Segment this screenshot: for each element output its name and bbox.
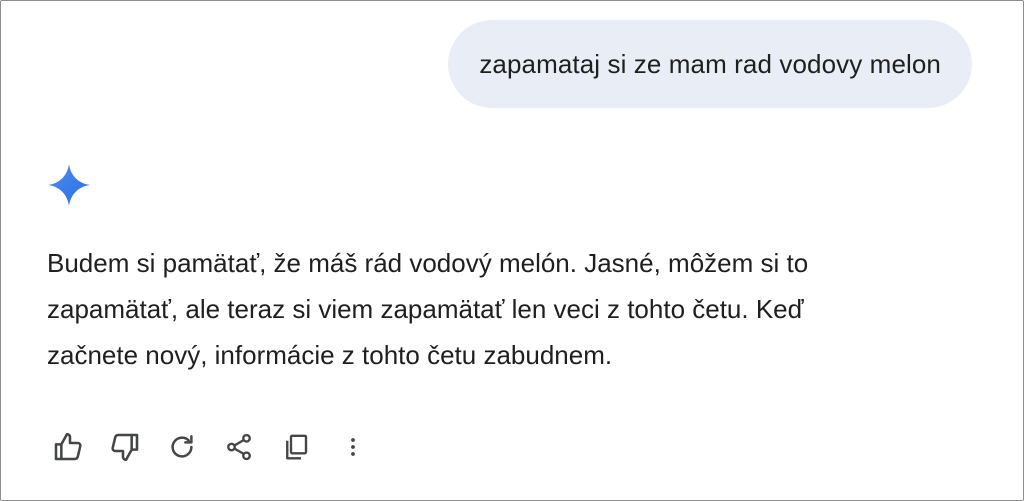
response-line: Budem si pamätať, že máš rád vodový meló… <box>47 248 809 278</box>
response-actions <box>48 427 390 467</box>
thumb-down-icon <box>111 433 139 462</box>
share-icon <box>227 433 251 461</box>
copy-button[interactable] <box>276 427 316 467</box>
response-line: zapamätať, ale teraz si viem zapamätať l… <box>47 294 804 324</box>
thumb-down-button[interactable] <box>105 427 145 467</box>
copy-icon <box>286 434 308 460</box>
regenerate-icon <box>171 435 193 458</box>
gemini-sparkle-icon <box>48 164 90 206</box>
more-vert-icon <box>351 438 355 456</box>
share-button[interactable] <box>219 427 259 467</box>
user-message-text: zapamataj si ze mam rad vodovy melon <box>479 48 941 79</box>
thumb-up-button[interactable] <box>48 427 88 467</box>
more-options-button[interactable] <box>333 427 373 467</box>
response-line: začnete nový, informácie z tohto četu za… <box>47 340 613 370</box>
assistant-response: Budem si pamätať, že máš rád vodový meló… <box>47 240 987 378</box>
user-message-bubble: zapamataj si ze mam rad vodovy melon <box>448 20 972 108</box>
thumb-up-icon <box>54 432 82 461</box>
regenerate-button[interactable] <box>162 427 202 467</box>
